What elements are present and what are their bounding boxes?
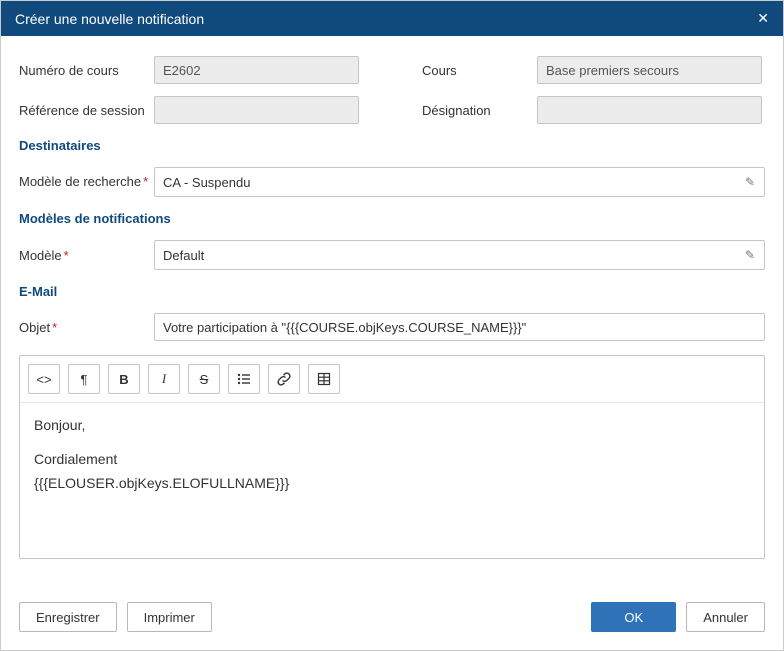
course-number-input[interactable]	[154, 56, 359, 84]
course-input[interactable]	[537, 56, 762, 84]
strike-button[interactable]: S	[188, 364, 220, 394]
ok-button[interactable]: OK	[591, 602, 676, 632]
section-templates: Modèles de notifications	[19, 211, 765, 226]
session-ref-input[interactable]	[154, 96, 359, 124]
content: Numéro de cours Cours Référence de sessi…	[1, 36, 783, 590]
save-button[interactable]: Enregistrer	[19, 602, 117, 632]
link-button[interactable]	[268, 364, 300, 394]
cancel-button[interactable]: Annuler	[686, 602, 765, 632]
designation-input[interactable]	[537, 96, 762, 124]
search-model-value: CA - Suspendu	[155, 175, 736, 190]
designation-label: Désignation	[422, 103, 537, 118]
model-value: Default	[155, 248, 736, 263]
bullet-list-button[interactable]	[228, 364, 260, 394]
search-model-select[interactable]: CA - Suspendu ✎	[154, 167, 765, 197]
pencil-icon[interactable]: ✎	[736, 175, 764, 189]
italic-button[interactable]: I	[148, 364, 180, 394]
section-email: E-Mail	[19, 284, 765, 299]
editor: <> ¶ B I S Bonjour, Cordialement {{{ELOU…	[19, 355, 765, 559]
bold-button[interactable]: B	[108, 364, 140, 394]
body-greeting: Bonjour,	[34, 417, 750, 433]
subject-label: Objet*	[19, 320, 154, 335]
course-label: Cours	[422, 63, 537, 78]
code-view-button[interactable]: <>	[28, 364, 60, 394]
row-model: Modèle* Default ✎	[19, 240, 765, 270]
session-ref-label: Référence de session	[19, 103, 154, 118]
footer: Enregistrer Imprimer OK Annuler	[1, 590, 783, 650]
editor-toolbar: <> ¶ B I S	[20, 356, 764, 403]
pencil-icon[interactable]: ✎	[736, 248, 764, 262]
list-icon	[237, 372, 251, 386]
titlebar: Créer une nouvelle notification ✕	[1, 1, 783, 36]
dialog-title: Créer une nouvelle notification	[15, 11, 204, 27]
table-button[interactable]	[308, 364, 340, 394]
dialog: Créer une nouvelle notification ✕ Numéro…	[0, 0, 784, 651]
row-subject: Objet*	[19, 313, 765, 341]
row-session-ref: Référence de session Désignation	[19, 96, 765, 124]
course-number-label: Numéro de cours	[19, 63, 154, 78]
table-icon	[317, 372, 331, 386]
paragraph-button[interactable]: ¶	[68, 364, 100, 394]
search-model-label: Modèle de recherche*	[19, 174, 154, 190]
print-button[interactable]: Imprimer	[127, 602, 212, 632]
body-signoff: Cordialement	[34, 451, 750, 467]
link-icon	[277, 372, 291, 386]
section-recipients: Destinataires	[19, 138, 765, 153]
subject-input[interactable]	[154, 313, 765, 341]
close-icon[interactable]: ✕	[757, 10, 769, 27]
body-signature: {{{ELOUSER.objKeys.ELOFULLNAME}}}	[34, 475, 750, 491]
editor-body[interactable]: Bonjour, Cordialement {{{ELOUSER.objKeys…	[20, 403, 764, 558]
row-search-model: Modèle de recherche* CA - Suspendu ✎	[19, 167, 765, 197]
model-label: Modèle*	[19, 248, 154, 263]
row-course-number: Numéro de cours Cours	[19, 56, 765, 84]
model-select[interactable]: Default ✎	[154, 240, 765, 270]
